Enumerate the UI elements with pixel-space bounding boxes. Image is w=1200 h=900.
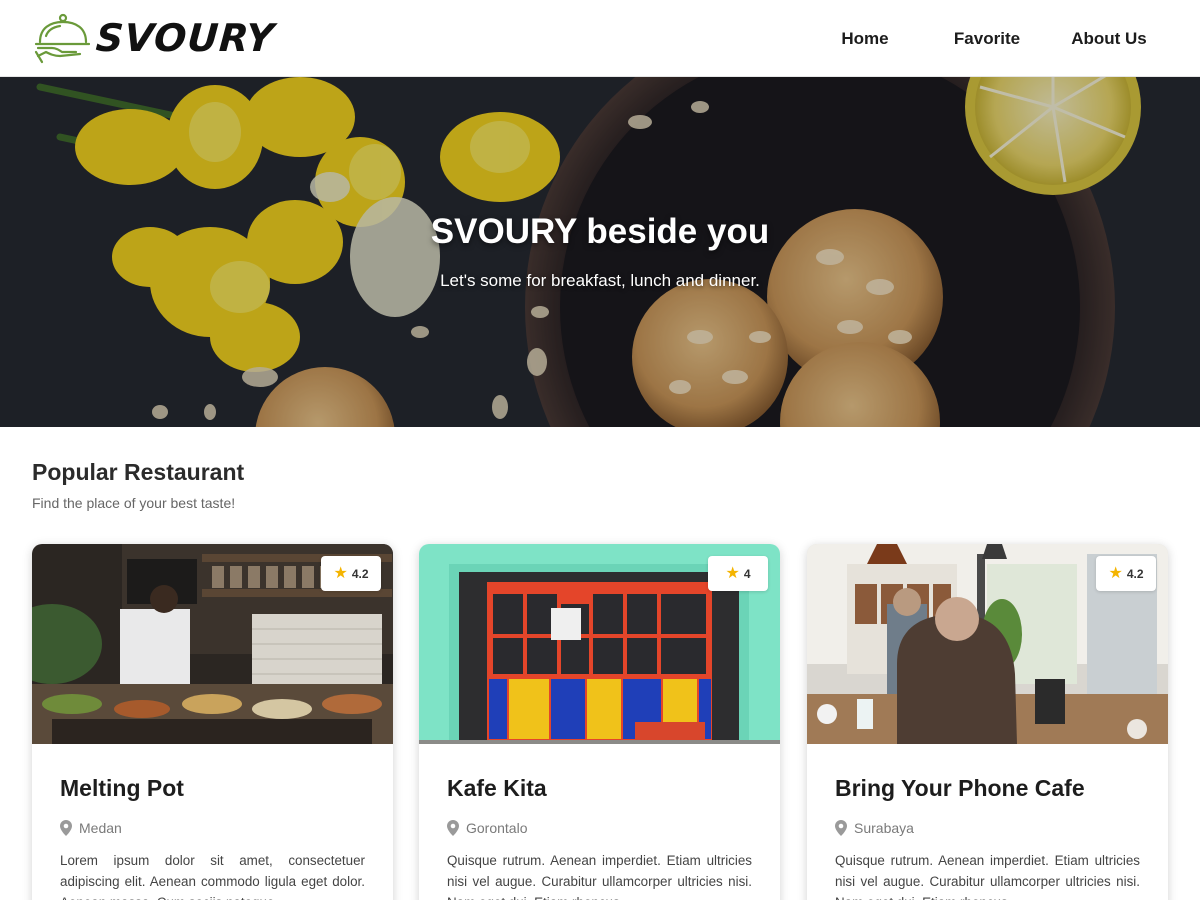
- nav-favorite[interactable]: Favorite: [926, 21, 1048, 57]
- restaurant-name[interactable]: Melting Pot: [60, 775, 365, 802]
- restaurant-description: Quisque rutrum. Aenean imperdiet. Etiam …: [835, 853, 1140, 900]
- rating-value: 4.2: [1126, 566, 1144, 581]
- brand-name: SVOURY: [94, 16, 277, 60]
- hero-subtitle: Let's some for breakfast, lunch and dinn…: [440, 271, 760, 290]
- restaurant-description: Quisque rutrum. Aenean imperdiet. Etiam …: [447, 853, 752, 900]
- hero-overlay: [0, 77, 1200, 427]
- rating-value: 4: [743, 566, 751, 581]
- restaurant-description: Lorem ipsum dolor sit amet, consectetuer…: [60, 853, 365, 900]
- hero-title: SVOURY beside you: [430, 212, 770, 251]
- rating-badge: ★ 4.2: [1096, 556, 1156, 591]
- restaurant-location: Gorontalo: [447, 820, 752, 836]
- map-pin-icon: [835, 820, 847, 836]
- card-body: Kafe Kita Gorontalo Quisque rutrum. Aene…: [419, 744, 780, 900]
- restaurant-card[interactable]: ★ 4.2 Melting Pot Medan Lorem ipsum dolo…: [32, 544, 393, 900]
- restaurant-image: ★ 4.2: [807, 544, 1168, 744]
- main-nav: Home Favorite About Us: [804, 0, 1170, 77]
- rating-value: 4.2: [351, 566, 369, 581]
- restaurant-card[interactable]: ★ 4 Kafe Kita Gorontalo Quisque rutrum. …: [419, 544, 780, 900]
- restaurant-list: ★ 4.2 Melting Pot Medan Lorem ipsum dolo…: [32, 544, 1169, 900]
- restaurant-name[interactable]: Kafe Kita: [447, 775, 752, 802]
- section-title: Popular Restaurant: [32, 459, 245, 485]
- restaurant-card[interactable]: ★ 4.2 Bring Your Phone Cafe Surabaya Qui…: [807, 544, 1168, 900]
- star-icon: ★: [1108, 564, 1123, 582]
- rating-badge: ★ 4: [708, 556, 768, 591]
- star-icon: ★: [725, 564, 740, 582]
- restaurant-city: Medan: [79, 820, 122, 836]
- restaurant-name[interactable]: Bring Your Phone Cafe: [835, 775, 1140, 802]
- hero-banner: SVOURY beside you Let's some for breakfa…: [0, 77, 1200, 427]
- star-icon: ★: [333, 564, 348, 582]
- nav-home[interactable]: Home: [804, 21, 926, 57]
- rating-badge: ★ 4.2: [321, 556, 381, 591]
- serving-cloche-icon: [34, 13, 90, 64]
- card-body: Bring Your Phone Cafe Surabaya Quisque r…: [807, 744, 1168, 900]
- restaurant-location: Medan: [60, 820, 365, 836]
- restaurant-image: ★ 4.2: [32, 544, 393, 744]
- card-body: Melting Pot Medan Lorem ipsum dolor sit …: [32, 744, 393, 900]
- restaurant-image: ★ 4: [419, 544, 780, 744]
- map-pin-icon: [447, 820, 459, 836]
- nav-about-us[interactable]: About Us: [1048, 21, 1170, 57]
- restaurant-city: Gorontalo: [466, 820, 528, 836]
- map-pin-icon: [60, 820, 72, 836]
- section-subtitle: Find the place of your best taste!: [32, 495, 236, 511]
- restaurant-city: Surabaya: [854, 820, 914, 836]
- site-header: SVOURY Home Favorite About Us: [0, 0, 1200, 77]
- restaurant-location: Surabaya: [835, 820, 1140, 836]
- brand-logo[interactable]: SVOURY: [32, 10, 277, 66]
